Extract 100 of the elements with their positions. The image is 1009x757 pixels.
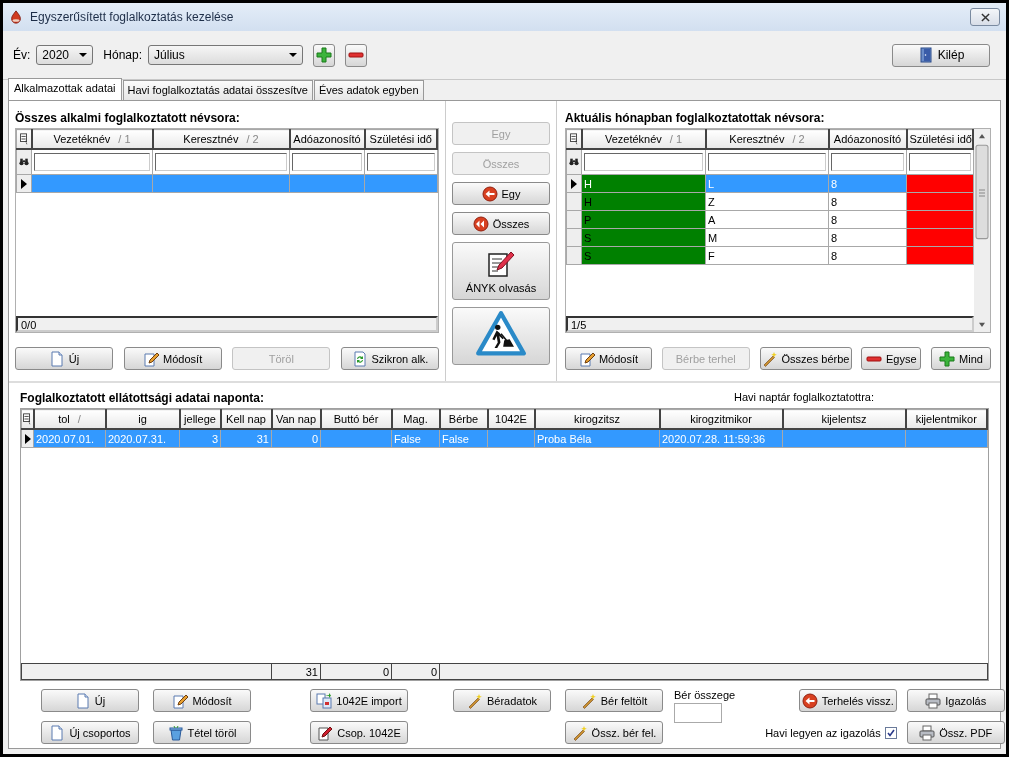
- button[interactable]: Terhelés vissz.: [798, 689, 897, 712]
- button[interactable]: Össz. bér fel.: [565, 721, 663, 744]
- tab[interactable]: Alkalmazottak adatai: [8, 78, 122, 100]
- document-icon: [49, 724, 66, 741]
- column-header[interactable]: Adóazonosító: [289, 129, 365, 149]
- column-header[interactable]: Bérbe: [439, 409, 488, 429]
- button[interactable]: Mind: [931, 347, 991, 370]
- row-pointer-icon: [21, 178, 27, 189]
- button[interactable]: Módosít: [153, 689, 251, 712]
- button[interactable]: Egy: [452, 182, 550, 205]
- magic-wand-icon: [466, 692, 483, 709]
- button[interactable]: Összes bérbe: [759, 347, 852, 370]
- pencil-icon: [143, 350, 160, 367]
- column-settings-icon: [22, 413, 32, 425]
- record-counter: 0/0: [16, 316, 438, 332]
- button[interactable]: Csop. 1042E: [310, 721, 408, 744]
- magic-wand-icon: [761, 350, 778, 367]
- tab[interactable]: Éves adatok egyben: [313, 80, 424, 100]
- filter-field[interactable]: [367, 153, 435, 171]
- column-header[interactable]: Van nap: [271, 409, 321, 429]
- button[interactable]: Igazolás: [906, 689, 1005, 712]
- button[interactable]: ÁNYK olvasás: [452, 242, 550, 300]
- table-cell: 8: [828, 210, 907, 229]
- total-cell: 0: [320, 663, 392, 680]
- button[interactable]: Szikron alk.: [340, 347, 439, 370]
- button[interactable]: Új: [41, 689, 139, 712]
- filter-field[interactable]: [292, 153, 362, 171]
- row-pointer-icon: [571, 178, 577, 189]
- input-field[interactable]: [674, 703, 722, 723]
- window-title: Egyszerűsített foglalkoztatás kezelése: [30, 10, 235, 24]
- column-header[interactable]: kijelentmikor: [905, 409, 987, 429]
- column-header[interactable]: Buttó bér: [320, 409, 392, 429]
- add-button[interactable]: [313, 43, 336, 67]
- filter-field[interactable]: [831, 153, 904, 171]
- filter-field[interactable]: [584, 153, 703, 171]
- document-icon: [48, 350, 65, 367]
- table-cell: Z: [705, 192, 829, 211]
- table-cell: A: [705, 210, 829, 229]
- record-counter: 1/5: [566, 316, 974, 332]
- close-icon: [980, 12, 990, 22]
- column-header[interactable]: Vezetéknév / 1: [31, 129, 153, 149]
- remove-button[interactable]: [345, 43, 368, 67]
- button[interactable]: Össz. PDF: [906, 721, 1005, 744]
- tab[interactable]: Havi foglalkoztatás adatai összesítve: [122, 80, 313, 100]
- column-header[interactable]: jellege: [179, 409, 221, 429]
- button[interactable]: Új: [15, 347, 113, 370]
- printer-icon: [919, 724, 936, 741]
- close-button[interactable]: [970, 8, 1000, 26]
- column-header[interactable]: Vezetéknév / 1: [581, 129, 706, 149]
- app-icon: [9, 10, 23, 24]
- column-header[interactable]: kirogzitsz: [534, 409, 660, 429]
- checkbox[interactable]: [884, 726, 897, 739]
- refresh-icon: [351, 350, 368, 367]
- button[interactable]: Módosít: [123, 347, 222, 370]
- filter-field[interactable]: [909, 153, 971, 171]
- table-cell: F: [705, 246, 829, 265]
- calendar-label: Havi naptár foglalkoztatottra:: [733, 391, 874, 405]
- sort-indicator: /: [77, 413, 81, 425]
- column-header[interactable]: 1042E: [487, 409, 535, 429]
- button[interactable]: Módosít: [565, 347, 652, 370]
- filter-field[interactable]: [34, 153, 150, 171]
- column-header[interactable]: ig: [105, 409, 180, 429]
- printer-icon: [925, 692, 942, 709]
- dropdown[interactable]: Július: [148, 45, 304, 65]
- door-icon: [917, 47, 934, 63]
- field-label: Bér összege: [674, 689, 736, 701]
- column-settings-icon: [18, 133, 29, 145]
- filter-field[interactable]: [155, 153, 287, 171]
- column-header[interactable]: Születési idő: [906, 129, 973, 149]
- filter-field[interactable]: [708, 153, 826, 171]
- column-header[interactable]: kirogzitmikor: [659, 409, 783, 429]
- column-header[interactable]: Keresztnév / 2: [705, 129, 829, 149]
- button[interactable]: Béradatok: [453, 689, 551, 712]
- button[interactable]: Tétel töröl: [153, 721, 251, 744]
- binoculars-icon: [19, 156, 29, 168]
- button[interactable]: Új csoportos: [41, 721, 139, 744]
- button[interactable]: Egyse: [861, 347, 922, 370]
- magic-wand-icon: [571, 724, 588, 741]
- column-header[interactable]: Kell nap: [220, 409, 272, 429]
- checkbox-label: Havi legyen az igazolás: [765, 726, 881, 739]
- field-label: Hónap:: [103, 48, 143, 62]
- button[interactable]: [452, 307, 550, 365]
- column-header[interactable]: Adóazonosító: [828, 129, 907, 149]
- button[interactable]: Bér feltölt: [565, 689, 663, 712]
- table-cell: M: [705, 228, 829, 247]
- column-header[interactable]: Születési idő: [364, 129, 437, 149]
- column-settings-icon: [568, 133, 579, 145]
- section-title: Összes alkalmi foglalkoztatott névsora:: [15, 111, 241, 125]
- button[interactable]: Összes: [452, 212, 550, 235]
- column-header[interactable]: tol /: [33, 409, 106, 429]
- column-header[interactable]: kijelentsz: [782, 409, 906, 429]
- section-title: Aktuális hónapban foglalkoztatottak névsora:: [565, 111, 826, 125]
- button[interactable]: 1042E import: [310, 689, 408, 712]
- column-header[interactable]: Keresztnév / 2: [152, 129, 290, 149]
- button[interactable]: Kilép: [892, 43, 990, 67]
- plus-icon: [316, 47, 333, 63]
- column-header[interactable]: Mag.: [391, 409, 440, 429]
- dropdown[interactable]: 2020: [36, 45, 94, 65]
- section-title: Foglalkoztatott ellátottsági adatai naponta:: [20, 391, 264, 405]
- sort-indicator: / 1: [669, 133, 683, 145]
